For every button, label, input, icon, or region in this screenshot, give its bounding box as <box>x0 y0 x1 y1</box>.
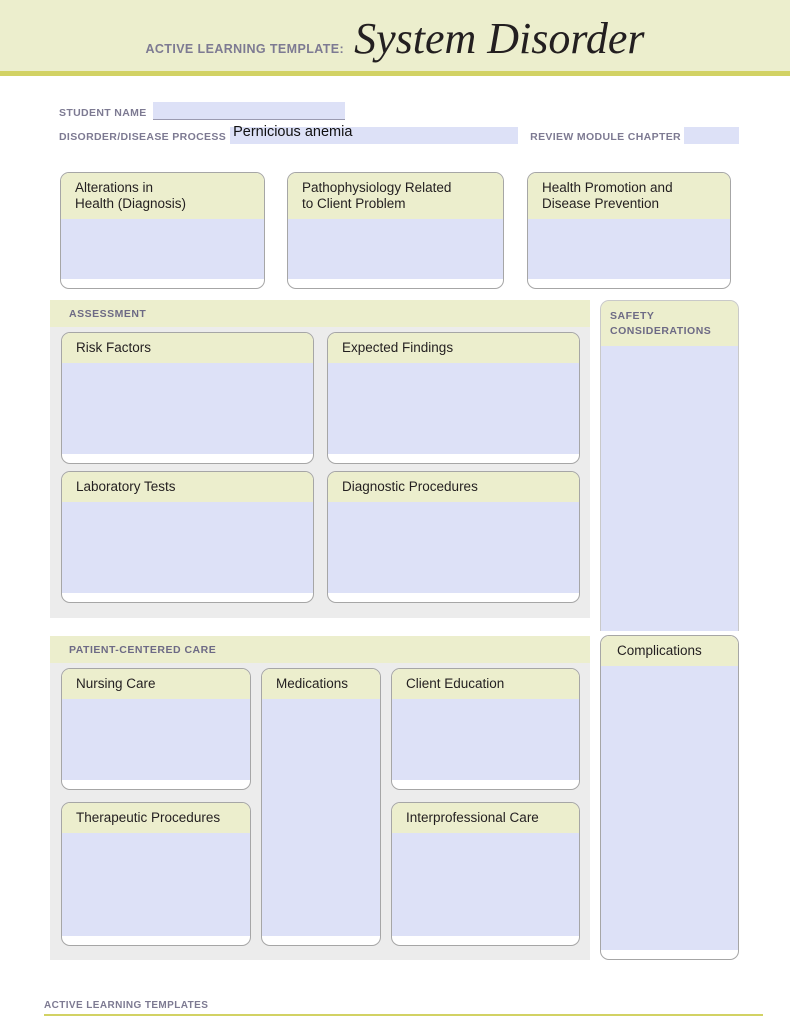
card-title: Alterations in Health (Diagnosis) <box>61 173 264 219</box>
chapter-group: REVIEW MODULE CHAPTER <box>530 127 739 144</box>
card-risk-factors[interactable]: Risk Factors <box>61 332 314 464</box>
card-title: Pathophysiology Related to Client Proble… <box>288 173 503 219</box>
card-complications[interactable]: Complications <box>600 635 739 960</box>
card-answer-area[interactable] <box>601 665 738 950</box>
assessment-heading: ASSESSMENT <box>50 300 590 328</box>
student-name-input[interactable] <box>152 102 345 120</box>
template-eyebrow-label: ACTIVE LEARNING TEMPLATE: <box>145 42 345 56</box>
panel-assessment: ASSESSMENT Risk Factors Expected Finding… <box>50 300 590 618</box>
disorder-row: DISORDER/DISEASE PROCESS Pernicious anem… <box>59 123 739 144</box>
card-diagnostic-procedures[interactable]: Diagnostic Procedures <box>327 471 580 603</box>
card-title: Laboratory Tests <box>62 472 313 502</box>
header-title-group: ACTIVE LEARNING TEMPLATE: System Disorde… <box>0 17 790 61</box>
card-medications[interactable]: Medications <box>261 668 381 946</box>
card-alterations-in-health[interactable]: Alterations in Health (Diagnosis) <box>60 172 265 289</box>
card-answer-area[interactable] <box>328 501 579 593</box>
card-safety-considerations[interactable]: SAFETY CONSIDERATIONS <box>600 300 739 631</box>
card-answer-area[interactable] <box>62 832 250 936</box>
card-answer-area[interactable] <box>328 362 579 454</box>
footer-rule <box>44 1014 763 1016</box>
card-title: Complications <box>601 636 738 666</box>
card-answer-area[interactable] <box>62 501 313 593</box>
patient-centered-care-heading: PATIENT-CENTERED CARE <box>50 636 590 664</box>
card-answer-area[interactable] <box>262 698 380 936</box>
card-answer-area[interactable] <box>528 218 730 279</box>
student-name-label: STUDENT NAME <box>59 106 147 119</box>
card-laboratory-tests[interactable]: Laboratory Tests <box>61 471 314 603</box>
card-therapeutic-procedures[interactable]: Therapeutic Procedures <box>61 802 251 946</box>
disorder-label: DISORDER/DISEASE PROCESS <box>59 130 227 143</box>
card-title: Diagnostic Procedures <box>328 472 579 502</box>
review-module-chapter-label: REVIEW MODULE CHAPTER <box>530 130 681 143</box>
card-interprofessional-care[interactable]: Interprofessional Care <box>391 802 580 946</box>
card-expected-findings[interactable]: Expected Findings <box>327 332 580 464</box>
card-title: Nursing Care <box>62 669 250 699</box>
student-name-row: STUDENT NAME <box>59 99 739 120</box>
panel-patient-centered-care: PATIENT-CENTERED CARE Nursing Care Medic… <box>50 636 590 960</box>
disorder-input[interactable]: Pernicious anemia <box>230 124 519 144</box>
card-answer-area[interactable] <box>392 698 579 780</box>
card-answer-area[interactable] <box>62 698 250 780</box>
card-pathophysiology[interactable]: Pathophysiology Related to Client Proble… <box>287 172 504 289</box>
footer: ACTIVE LEARNING TEMPLATES <box>44 1000 763 1016</box>
header-band: ACTIVE LEARNING TEMPLATE: System Disorde… <box>0 0 790 76</box>
card-title: Health Promotion and Disease Prevention <box>528 173 730 219</box>
card-client-education[interactable]: Client Education <box>391 668 580 790</box>
card-title: Medications <box>262 669 380 699</box>
card-title: Client Education <box>392 669 579 699</box>
card-title: Therapeutic Procedures <box>62 803 250 833</box>
card-answer-area[interactable] <box>62 362 313 454</box>
card-nursing-care[interactable]: Nursing Care <box>61 668 251 790</box>
card-answer-area[interactable] <box>288 218 503 279</box>
card-title: Risk Factors <box>62 333 313 363</box>
safety-considerations-heading: SAFETY CONSIDERATIONS <box>601 301 738 347</box>
card-answer-area[interactable] <box>61 218 264 279</box>
review-module-chapter-input[interactable] <box>684 127 739 144</box>
card-title: Interprofessional Care <box>392 803 579 833</box>
card-title: Expected Findings <box>328 333 579 363</box>
form-meta-block: STUDENT NAME DISORDER/DISEASE PROCESS Pe… <box>59 99 739 144</box>
card-answer-area[interactable] <box>392 832 579 936</box>
footer-label: ACTIVE LEARNING TEMPLATES <box>44 1000 209 1011</box>
disorder-value: Pernicious anemia <box>233 124 353 140</box>
page-title: System Disorder <box>354 14 645 63</box>
card-health-promotion[interactable]: Health Promotion and Disease Prevention <box>527 172 731 289</box>
